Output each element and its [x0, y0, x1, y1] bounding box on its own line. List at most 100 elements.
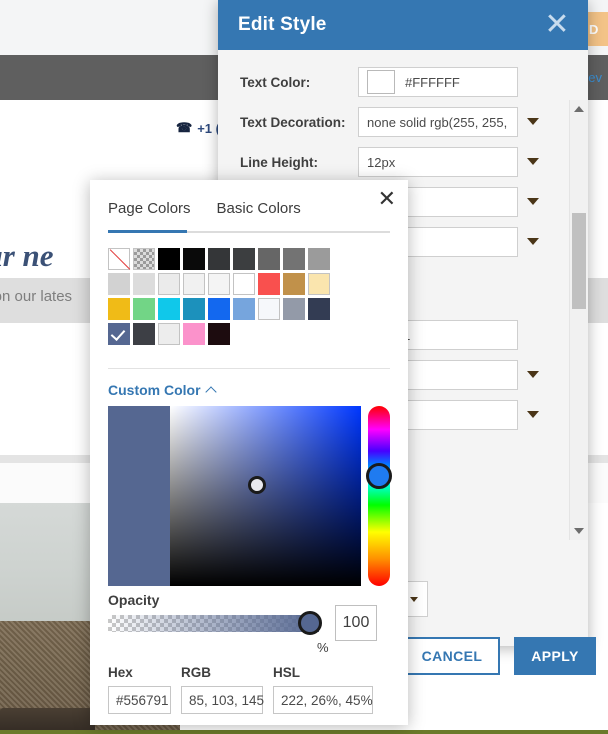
- swatch-no-color[interactable]: [108, 248, 130, 270]
- text-color-input[interactable]: #FFFFFF: [358, 67, 518, 97]
- field-label: Line Height:: [240, 154, 318, 170]
- saturation-gradient[interactable]: [170, 406, 361, 586]
- swatch-f9504e[interactable]: [258, 273, 280, 295]
- swatch-000000[interactable]: [158, 248, 180, 270]
- opacity-label: Opacity: [108, 592, 160, 608]
- opacity-gradient-fill: [108, 615, 319, 632]
- cancel-button[interactable]: CANCEL: [404, 637, 500, 675]
- field-value: none solid rgb(255, 255,: [367, 114, 508, 130]
- chevron-down-icon[interactable]: [518, 117, 548, 128]
- field-row-line-height: Line Height: 12px: [218, 142, 572, 182]
- swatch-1368ef[interactable]: [208, 298, 230, 320]
- swatch-dcdcdc[interactable]: [133, 273, 155, 295]
- field-value: 12px: [367, 154, 396, 170]
- scroll-down-arrow-icon[interactable]: [570, 522, 588, 540]
- swatch-fae5ae[interactable]: [308, 273, 330, 295]
- scrollbar-thumb[interactable]: [572, 213, 586, 309]
- background-subtext: s on our lates: [0, 288, 73, 305]
- rgb-value-group: RGB 85, 103, 145: [181, 665, 264, 714]
- scroll-up-arrow-icon[interactable]: [570, 100, 588, 118]
- close-icon[interactable]: ✕: [542, 10, 572, 40]
- color-preview-panel: [108, 406, 170, 586]
- color-swatch-grid: [108, 248, 348, 345]
- swatch-72d586[interactable]: [133, 298, 155, 320]
- hue-slider[interactable]: [368, 406, 390, 586]
- field-row-text-color: Text Color: #FFFFFF: [218, 62, 572, 102]
- swatch-333c53[interactable]: [308, 298, 330, 320]
- rgb-label: RGB: [181, 665, 211, 680]
- hsl-input[interactable]: 222, 26%, 45%: [273, 686, 373, 714]
- close-icon[interactable]: ✕: [378, 188, 396, 210]
- swatch-939aa8[interactable]: [283, 298, 305, 320]
- dialog-scrollbar[interactable]: [569, 100, 588, 540]
- saturation-handle[interactable]: [248, 476, 266, 494]
- chevron-down-icon[interactable]: [518, 237, 548, 248]
- swatch-c1914a[interactable]: [283, 273, 305, 295]
- swatch-f6f8fb[interactable]: [258, 298, 280, 320]
- swatch-737373[interactable]: [283, 248, 305, 270]
- swatch-76a5dd[interactable]: [233, 298, 255, 320]
- hsl-label: HSL: [273, 665, 300, 680]
- swatch-666666[interactable]: [258, 248, 280, 270]
- swatch-0a0a0a[interactable]: [183, 248, 205, 270]
- hsl-value-group: HSL 222, 26%, 45%: [273, 665, 373, 714]
- phone-icon: ☎: [176, 120, 193, 135]
- custom-color-toggle[interactable]: Custom Color: [108, 382, 217, 398]
- text-decoration-select[interactable]: none solid rgb(255, 255,: [358, 107, 518, 137]
- field-value: #FFFFFF: [405, 74, 460, 90]
- chevron-up-icon: [204, 385, 217, 398]
- color-picker-divider: [108, 368, 390, 369]
- chevron-down-icon[interactable]: [518, 410, 548, 421]
- swatch-3d3f45[interactable]: [133, 323, 155, 345]
- background-phone-number[interactable]: ☎ +1 (: [176, 120, 220, 136]
- background-bottom-accent-line: [0, 730, 608, 734]
- swatch-ffffff[interactable]: [233, 273, 255, 295]
- color-value-fields: Hex #556791 RGB 85, 103, 145 HSL 222, 26…: [108, 665, 373, 714]
- swatch-f0bb17[interactable]: [108, 298, 130, 320]
- swatch-343638[interactable]: [208, 248, 230, 270]
- opacity-percent-label: %: [317, 640, 329, 655]
- field-label: Text Color:: [240, 74, 311, 90]
- swatch-10c8ea[interactable]: [158, 298, 180, 320]
- swatch-f4f4f4[interactable]: [208, 273, 230, 295]
- rgb-input[interactable]: 85, 103, 145: [181, 686, 264, 714]
- dialog-title: Edit Style: [238, 14, 327, 35]
- swatch-3c3e40[interactable]: [233, 248, 255, 270]
- phone-number-text: +1 (: [197, 120, 220, 136]
- opacity-slider[interactable]: [108, 615, 319, 632]
- chevron-down-icon[interactable]: [518, 197, 548, 208]
- chevron-down-icon[interactable]: [518, 157, 548, 168]
- opacity-value-input[interactable]: 100: [335, 605, 377, 641]
- swatch-ededed[interactable]: [158, 323, 180, 345]
- saturation-value-area[interactable]: [108, 406, 361, 586]
- swatch-selected[interactable]: [108, 323, 130, 345]
- field-row-text-decoration: Text Decoration: none solid rgb(255, 255…: [218, 102, 572, 142]
- color-swatch-preview[interactable]: [367, 70, 395, 94]
- swatch-f1f1f1[interactable]: [183, 273, 205, 295]
- tab-basic-colors[interactable]: Basic Colors: [217, 200, 301, 228]
- swatch-d2d2d2[interactable]: [108, 273, 130, 295]
- hex-input[interactable]: #556791: [108, 686, 171, 714]
- chevron-down-icon: [410, 596, 418, 602]
- swatch-9b9b9b[interactable]: [308, 248, 330, 270]
- hue-slider-handle[interactable]: [366, 463, 392, 489]
- apply-button[interactable]: APPLY: [514, 637, 596, 675]
- swatch-fb92cb[interactable]: [183, 323, 205, 345]
- hex-label: Hex: [108, 665, 133, 680]
- background-heading: our ne: [0, 238, 54, 273]
- color-picker-popup: ✕ Page Colors Basic Colors Custom Color …: [90, 180, 408, 725]
- black-gradient-overlay: [170, 406, 361, 586]
- opacity-slider-handle[interactable]: [298, 611, 322, 635]
- tab-underline-active: [108, 230, 187, 233]
- swatch-1d0c0f[interactable]: [208, 323, 230, 345]
- dialog-title-bar: Edit Style ✕: [218, 0, 588, 50]
- swatch-transparent[interactable]: [133, 248, 155, 270]
- field-label: Text Decoration:: [240, 114, 346, 130]
- swatch-1c91bc[interactable]: [183, 298, 205, 320]
- color-picker-tabs: Page Colors Basic Colors: [108, 200, 301, 228]
- tab-page-colors[interactable]: Page Colors: [108, 200, 191, 228]
- chevron-down-icon[interactable]: [518, 370, 548, 381]
- custom-color-label: Custom Color: [108, 382, 201, 398]
- line-height-select[interactable]: 12px: [358, 147, 518, 177]
- swatch-ebebeb[interactable]: [158, 273, 180, 295]
